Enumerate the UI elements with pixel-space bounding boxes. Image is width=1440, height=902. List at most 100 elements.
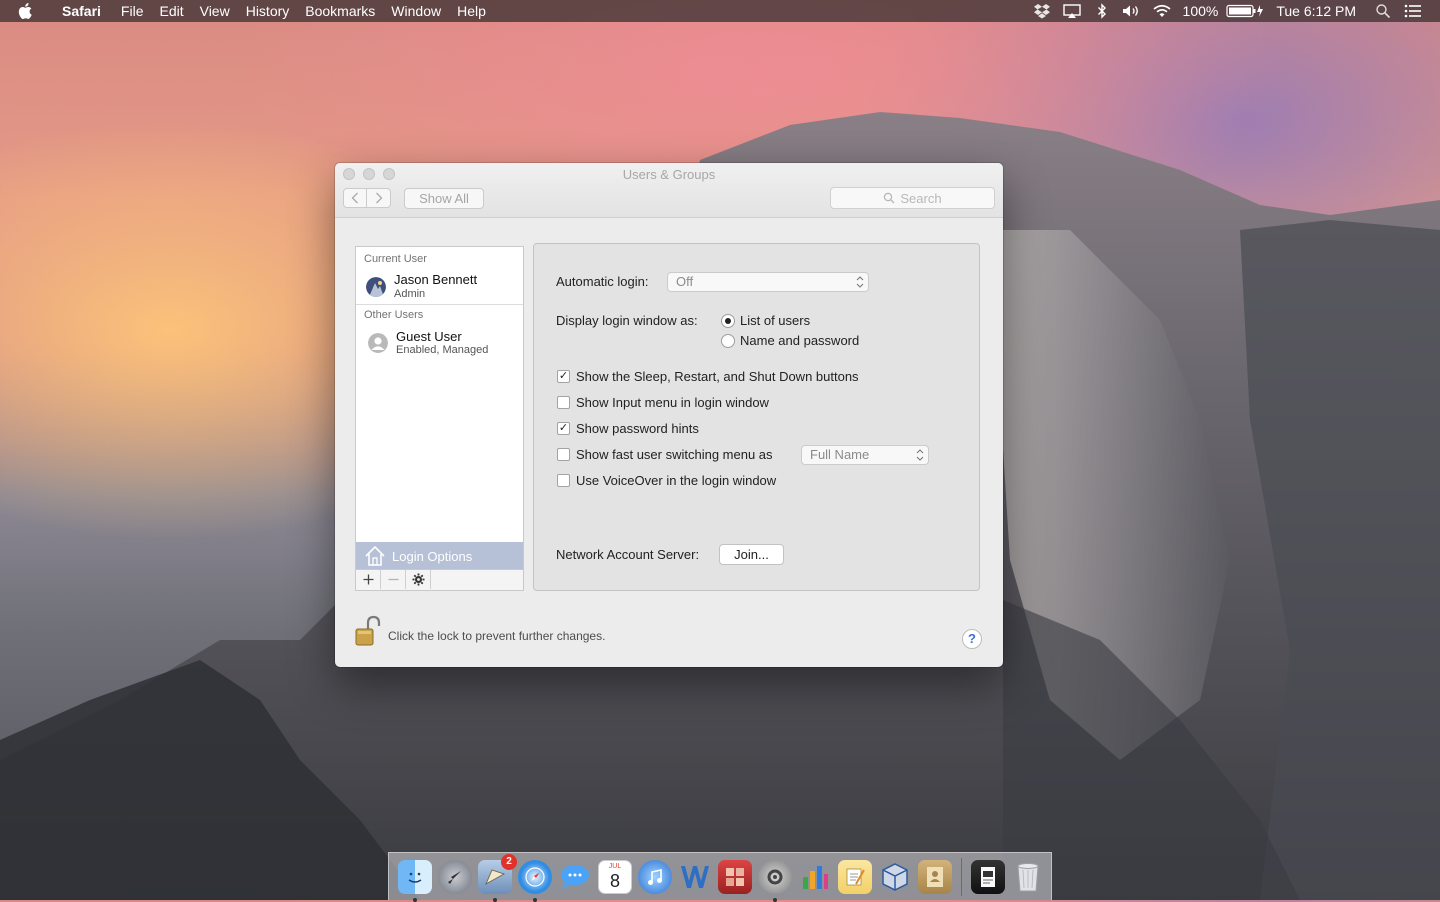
menu-window[interactable]: Window xyxy=(383,3,449,19)
safari-icon[interactable] xyxy=(518,859,552,902)
user-name: Jason Bennett xyxy=(394,272,478,287)
calendar-icon[interactable]: JUL 8 xyxy=(598,859,632,894)
checkbox-sleep-restart-shutdown[interactable]: ✓ Show the Sleep, Restart, and Shut Down… xyxy=(557,369,859,384)
checkbox-checked[interactable]: ✓ xyxy=(557,370,570,383)
login-options-panel: Automatic login: Off Display login windo… xyxy=(533,243,980,591)
popup-arrows-icon xyxy=(856,276,864,288)
radio-button[interactable] xyxy=(721,333,735,348)
virtualbox-icon[interactable] xyxy=(878,860,912,894)
list-divider xyxy=(356,304,523,305)
trash-icon[interactable] xyxy=(1011,860,1045,894)
user-list-toolbar xyxy=(356,569,523,590)
radio-label: List of users xyxy=(740,313,811,328)
numbers-icon[interactable] xyxy=(798,860,832,894)
apple-menu-icon[interactable] xyxy=(18,2,38,20)
automatic-login-label: Automatic login: xyxy=(556,274,649,289)
window-titlebar: Users & Groups Show All Search xyxy=(335,163,1003,218)
checkbox[interactable] xyxy=(557,396,570,409)
search-placeholder: Search xyxy=(900,190,942,206)
radio-label: Name and password xyxy=(740,333,860,348)
document-stack-icon[interactable] xyxy=(971,859,1005,894)
wifi-icon[interactable] xyxy=(1147,0,1177,22)
checkbox-voiceover[interactable]: Use VoiceOver in the login window xyxy=(557,473,776,488)
word-icon[interactable] xyxy=(678,860,712,894)
user-status: Enabled, Managed xyxy=(396,344,489,356)
fast-switch-value: Full Name xyxy=(810,447,870,462)
login-options-label: Login Options xyxy=(392,548,473,564)
volume-icon[interactable] xyxy=(1117,0,1147,22)
checkbox-label: Show Input menu in login window xyxy=(576,395,769,410)
user-avatar xyxy=(366,277,386,297)
itunes-icon[interactable] xyxy=(638,859,672,894)
notification-center-icon[interactable] xyxy=(1398,0,1428,22)
join-button[interactable]: Join... xyxy=(719,544,784,565)
bluetooth-icon[interactable] xyxy=(1087,0,1117,22)
current-user-label: Current User xyxy=(364,253,427,265)
plus-icon xyxy=(363,574,373,585)
menu-view[interactable]: View xyxy=(192,3,238,19)
network-server-label: Network Account Server: xyxy=(556,547,700,562)
menu-edit[interactable]: Edit xyxy=(151,3,191,19)
checkbox-password-hints[interactable]: ✓ Show password hints xyxy=(557,421,699,436)
automatic-login-popup[interactable]: Off xyxy=(667,272,869,292)
photo-booth-icon[interactable] xyxy=(718,859,752,894)
checkbox[interactable] xyxy=(557,448,570,461)
forward-button[interactable] xyxy=(367,188,391,208)
user-row-guest-user[interactable]: Guest User Enabled, Managed xyxy=(356,325,523,359)
user-name: Guest User xyxy=(396,329,462,344)
show-all-button[interactable]: Show All xyxy=(404,188,484,209)
system-preferences-icon[interactable] xyxy=(758,859,792,902)
login-options-item[interactable]: Login Options xyxy=(356,542,523,570)
menu-bookmarks[interactable]: Bookmarks xyxy=(297,3,383,19)
mail-icon[interactable]: 2 xyxy=(478,853,517,902)
back-button[interactable] xyxy=(343,188,367,208)
radio-name-and-password[interactable]: Name and password xyxy=(721,333,859,348)
radio-button-selected[interactable] xyxy=(721,313,735,328)
battery-percent: 100% xyxy=(1182,3,1219,19)
window-title: Users & Groups xyxy=(622,167,716,182)
battery-icon[interactable] xyxy=(1224,0,1266,22)
lock-icon[interactable] xyxy=(355,615,381,647)
action-menu-button[interactable] xyxy=(406,570,431,589)
finder-icon[interactable] xyxy=(398,859,432,902)
checkbox-input-menu[interactable]: Show Input menu in login window xyxy=(557,395,769,410)
checkbox-label: Show the Sleep, Restart, and Shut Down b… xyxy=(576,369,859,384)
menu-file[interactable]: File xyxy=(113,3,152,19)
search-field[interactable]: Search xyxy=(830,187,995,209)
pages-icon[interactable] xyxy=(838,859,872,894)
checkbox-fast-user-switching[interactable]: Show fast user switching menu as xyxy=(557,447,773,462)
menu-clock[interactable]: Tue 6:12 PM xyxy=(1266,3,1368,19)
dock: 2 JUL 8 xyxy=(388,852,1052,902)
user-row-jason-bennett[interactable]: Jason Bennett Admin xyxy=(356,269,523,303)
messages-icon[interactable] xyxy=(558,860,592,894)
other-users-label: Other Users xyxy=(364,309,424,321)
chevron-left-icon xyxy=(351,192,358,204)
add-user-button[interactable] xyxy=(356,570,381,589)
users-list: Current User Jason Bennett Admin Other U… xyxy=(355,246,524,591)
dropbox-icon[interactable] xyxy=(1027,0,1057,22)
checkbox-label: Show fast user switching menu as xyxy=(576,447,773,462)
mail-badge: 2 xyxy=(501,853,517,870)
checkbox-label: Use VoiceOver in the login window xyxy=(576,473,777,488)
remove-user-button[interactable] xyxy=(381,570,406,589)
menu-help[interactable]: Help xyxy=(449,3,494,19)
spotlight-icon[interactable] xyxy=(1368,0,1398,22)
popup-arrows-icon xyxy=(916,449,924,461)
gear-icon xyxy=(412,573,424,586)
help-button[interactable]: ? xyxy=(962,629,982,649)
menu-history[interactable]: History xyxy=(238,3,298,19)
launchpad-icon[interactable] xyxy=(438,859,472,894)
checkbox[interactable] xyxy=(557,474,570,487)
user-role: Admin xyxy=(394,288,426,300)
menu-bar: Safari File Edit View History Bookmarks … xyxy=(0,0,1440,22)
fast-switch-popup[interactable]: Full Name xyxy=(801,445,929,465)
chevron-right-icon xyxy=(375,192,382,204)
automatic-login-value: Off xyxy=(676,274,694,289)
calendar-day: 8 xyxy=(609,870,620,891)
menu-app-safari[interactable]: Safari xyxy=(54,3,109,19)
contacts-icon[interactable] xyxy=(918,859,952,894)
radio-list-of-users[interactable]: List of users xyxy=(721,313,810,328)
users-groups-window: Users & Groups Show All Search Current U… xyxy=(335,163,1003,667)
checkbox-checked[interactable]: ✓ xyxy=(557,422,570,435)
airplay-icon[interactable] xyxy=(1057,0,1087,22)
